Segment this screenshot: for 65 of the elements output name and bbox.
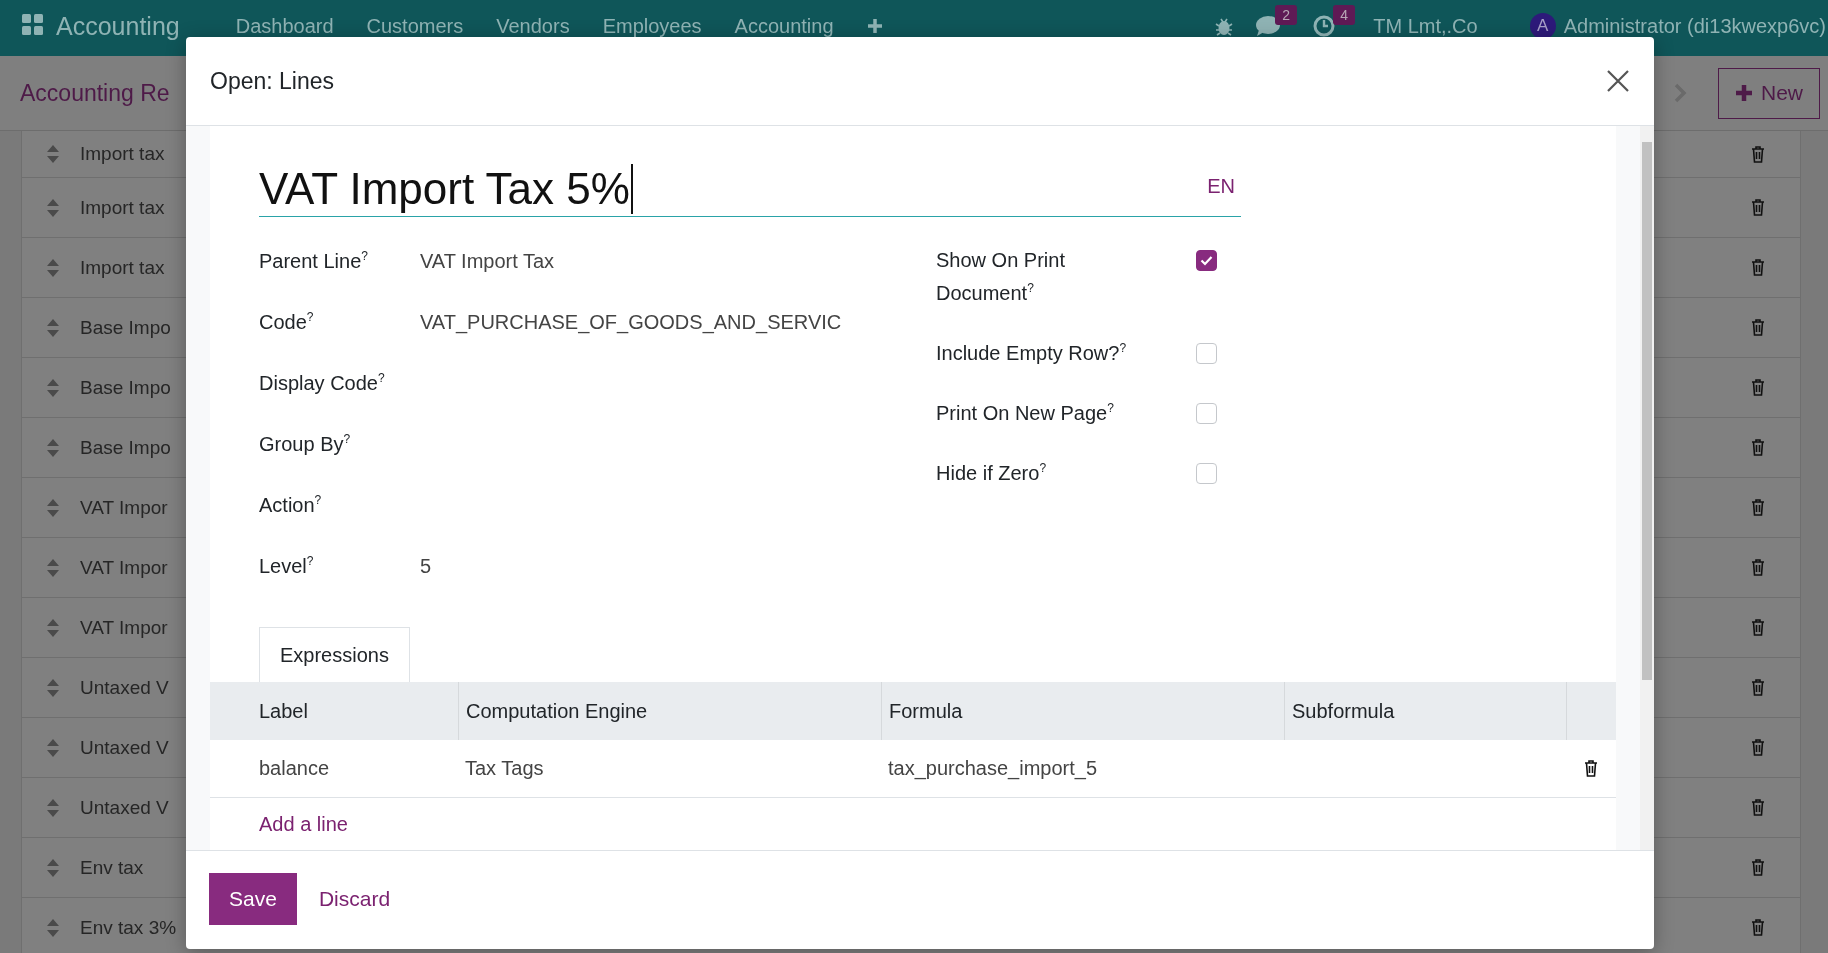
discard-button[interactable]: Discard [298,873,411,925]
plus-icon [1735,84,1753,102]
list-cell: Import tax [80,196,165,219]
count-badge: 4 [1333,5,1355,25]
plus-icon[interactable] [866,18,883,34]
list-cell: Import tax [80,256,165,279]
apps-icon[interactable] [22,14,44,36]
list-cell: VAT Impor [80,496,168,519]
save-button[interactable]: Save [209,873,297,925]
column-header[interactable]: Label [210,682,458,740]
clock-icon[interactable] [1313,15,1336,37]
list-cell: VAT Impor [80,616,168,639]
dialog-title: Open: Lines [210,67,335,95]
list-cell: Env tax [80,856,144,879]
language-button[interactable]: EN [1201,175,1241,198]
column-header[interactable]: Computation Engine [458,682,881,740]
list-cell: VAT Impor [80,556,168,579]
field-label: Print On New Page$^{?}$ [936,400,1115,426]
user-menu[interactable]: Administrator (di13kwexp6vc) [1563,14,1826,38]
menu-item[interactable]: Dashboard [235,14,334,38]
list-cell: Base Impo [80,436,171,459]
menu-item[interactable]: Vendors [496,14,570,38]
checkbox[interactable] [1196,250,1217,271]
table-cell: tax_purchase_import_5 [881,740,1284,798]
field-value[interactable]: VAT Import Tax [420,245,555,278]
field-label: Group By$^{?}$ [259,431,352,457]
user-avatar[interactable]: A [1529,13,1556,39]
trash-icon[interactable] [1583,759,1599,778]
app-name[interactable]: Accounting [56,12,180,40]
field-value[interactable]: VAT_PURCHASE_OF_GOODS_AND_SERVIC [420,306,842,339]
add-line-link[interactable]: Add a line [259,813,348,836]
field-label: Parent Line$^{?}$ [259,248,369,274]
table-header-cell [1566,682,1616,740]
list-cell: Untaxed V [80,676,169,699]
count-badge: 2 [1275,5,1297,25]
check-icon [1200,255,1213,266]
field-label: Level$^{?}$ [259,553,315,579]
list-cell: Untaxed V [80,736,169,759]
scrollbar[interactable] [1640,126,1654,850]
field-label: Display Code$^{?}$ [259,370,386,396]
field-value[interactable]: 5 [420,550,432,583]
field-label: Code$^{?}$ [259,309,315,335]
list-cell: Base Impo [80,316,171,339]
field-label: Include Empty Row?$^{?}$ [936,340,1128,366]
list-cell: Base Impo [80,376,171,399]
list-cell: Env tax 3% [80,916,177,939]
chat-icon[interactable] [1255,15,1282,37]
drag-handle-icon[interactable] [46,143,60,165]
table-cell: balance [210,740,458,798]
close-icon[interactable] [1606,69,1630,93]
column-header[interactable]: Formula [881,682,1284,740]
menu-item[interactable]: Accounting [734,14,834,38]
column-header[interactable]: Subformula [1284,682,1566,740]
name-field[interactable]: VAT Import Tax 5% EN [259,160,1241,217]
bug-icon[interactable] [1215,16,1234,36]
table-cell: Tax Tags [458,740,881,798]
list-cell: Import tax [80,143,165,165]
field-label: Hide if Zero$^{?}$ [936,460,1048,486]
field-label: Show On Print Document$^{?}$ [936,248,1066,306]
tab[interactable]: Expressions [259,627,410,682]
company-switcher[interactable]: TM Lmt,.Co [1373,14,1478,38]
field-label: Action$^{?}$ [259,492,323,518]
list-cell: Untaxed V [80,796,169,819]
menu-item[interactable]: Customers [366,14,464,38]
menu-item[interactable]: Employees [602,14,702,38]
